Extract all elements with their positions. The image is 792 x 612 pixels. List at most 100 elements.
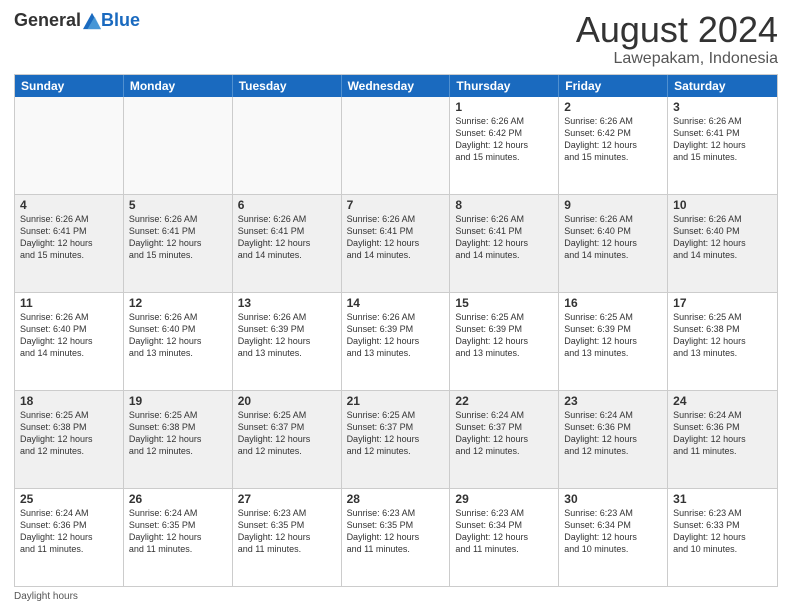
cell-info: Sunrise: 6:25 AM Sunset: 6:38 PM Dayligh… <box>673 311 772 360</box>
calendar-cell: 23Sunrise: 6:24 AM Sunset: 6:36 PM Dayli… <box>559 391 668 488</box>
cell-info: Sunrise: 6:26 AM Sunset: 6:39 PM Dayligh… <box>347 311 445 360</box>
cell-info: Sunrise: 6:26 AM Sunset: 6:41 PM Dayligh… <box>347 213 445 262</box>
cell-info: Sunrise: 6:26 AM Sunset: 6:41 PM Dayligh… <box>455 213 553 262</box>
calendar-row: 4Sunrise: 6:26 AM Sunset: 6:41 PM Daylig… <box>15 195 777 293</box>
cell-info: Sunrise: 6:26 AM Sunset: 6:42 PM Dayligh… <box>564 115 662 164</box>
calendar-cell: 13Sunrise: 6:26 AM Sunset: 6:39 PM Dayli… <box>233 293 342 390</box>
day-number: 15 <box>455 296 553 310</box>
day-number: 23 <box>564 394 662 408</box>
cell-info: Sunrise: 6:24 AM Sunset: 6:36 PM Dayligh… <box>564 409 662 458</box>
day-number: 27 <box>238 492 336 506</box>
day-number: 18 <box>20 394 118 408</box>
cell-info: Sunrise: 6:24 AM Sunset: 6:37 PM Dayligh… <box>455 409 553 458</box>
day-number: 21 <box>347 394 445 408</box>
calendar-cell: 8Sunrise: 6:26 AM Sunset: 6:41 PM Daylig… <box>450 195 559 292</box>
cell-info: Sunrise: 6:25 AM Sunset: 6:37 PM Dayligh… <box>347 409 445 458</box>
calendar-cell: 15Sunrise: 6:25 AM Sunset: 6:39 PM Dayli… <box>450 293 559 390</box>
day-number: 20 <box>238 394 336 408</box>
cell-info: Sunrise: 6:26 AM Sunset: 6:40 PM Dayligh… <box>564 213 662 262</box>
calendar-row: 11Sunrise: 6:26 AM Sunset: 6:40 PM Dayli… <box>15 293 777 391</box>
calendar-cell: 16Sunrise: 6:25 AM Sunset: 6:39 PM Dayli… <box>559 293 668 390</box>
calendar-cell: 9Sunrise: 6:26 AM Sunset: 6:40 PM Daylig… <box>559 195 668 292</box>
day-of-week-wednesday: Wednesday <box>342 75 451 97</box>
cell-info: Sunrise: 6:25 AM Sunset: 6:38 PM Dayligh… <box>20 409 118 458</box>
cell-info: Sunrise: 6:23 AM Sunset: 6:34 PM Dayligh… <box>455 507 553 556</box>
day-number: 9 <box>564 198 662 212</box>
cell-info: Sunrise: 6:23 AM Sunset: 6:34 PM Dayligh… <box>564 507 662 556</box>
cell-info: Sunrise: 6:23 AM Sunset: 6:35 PM Dayligh… <box>347 507 445 556</box>
calendar-cell: 6Sunrise: 6:26 AM Sunset: 6:41 PM Daylig… <box>233 195 342 292</box>
day-of-week-thursday: Thursday <box>450 75 559 97</box>
cell-info: Sunrise: 6:23 AM Sunset: 6:35 PM Dayligh… <box>238 507 336 556</box>
day-number: 28 <box>347 492 445 506</box>
calendar-row: 1Sunrise: 6:26 AM Sunset: 6:42 PM Daylig… <box>15 97 777 195</box>
calendar-cell: 12Sunrise: 6:26 AM Sunset: 6:40 PM Dayli… <box>124 293 233 390</box>
page: General Blue August 2024 Lawepakam, Indo… <box>0 0 792 612</box>
calendar-cell: 3Sunrise: 6:26 AM Sunset: 6:41 PM Daylig… <box>668 97 777 194</box>
day-number: 22 <box>455 394 553 408</box>
day-number: 25 <box>20 492 118 506</box>
cell-info: Sunrise: 6:26 AM Sunset: 6:40 PM Dayligh… <box>20 311 118 360</box>
day-number: 10 <box>673 198 772 212</box>
day-number: 7 <box>347 198 445 212</box>
cell-info: Sunrise: 6:24 AM Sunset: 6:36 PM Dayligh… <box>20 507 118 556</box>
day-number: 13 <box>238 296 336 310</box>
day-number: 11 <box>20 296 118 310</box>
calendar-cell: 2Sunrise: 6:26 AM Sunset: 6:42 PM Daylig… <box>559 97 668 194</box>
calendar-cell: 7Sunrise: 6:26 AM Sunset: 6:41 PM Daylig… <box>342 195 451 292</box>
day-number: 14 <box>347 296 445 310</box>
day-of-week-tuesday: Tuesday <box>233 75 342 97</box>
cell-info: Sunrise: 6:24 AM Sunset: 6:35 PM Dayligh… <box>129 507 227 556</box>
logo-icon <box>83 12 101 30</box>
calendar-body: 1Sunrise: 6:26 AM Sunset: 6:42 PM Daylig… <box>15 97 777 586</box>
calendar-cell: 20Sunrise: 6:25 AM Sunset: 6:37 PM Dayli… <box>233 391 342 488</box>
logo: General Blue <box>14 10 140 31</box>
calendar-cell: 26Sunrise: 6:24 AM Sunset: 6:35 PM Dayli… <box>124 489 233 586</box>
logo-general-text: General <box>14 10 81 31</box>
cell-info: Sunrise: 6:25 AM Sunset: 6:38 PM Dayligh… <box>129 409 227 458</box>
calendar-cell <box>342 97 451 194</box>
cell-info: Sunrise: 6:26 AM Sunset: 6:39 PM Dayligh… <box>238 311 336 360</box>
cell-info: Sunrise: 6:26 AM Sunset: 6:41 PM Dayligh… <box>20 213 118 262</box>
calendar-cell: 17Sunrise: 6:25 AM Sunset: 6:38 PM Dayli… <box>668 293 777 390</box>
calendar-cell: 25Sunrise: 6:24 AM Sunset: 6:36 PM Dayli… <box>15 489 124 586</box>
calendar-cell: 24Sunrise: 6:24 AM Sunset: 6:36 PM Dayli… <box>668 391 777 488</box>
logo-area: General Blue <box>14 10 140 31</box>
logo-blue-text: Blue <box>101 10 140 31</box>
day-number: 26 <box>129 492 227 506</box>
cell-info: Sunrise: 6:26 AM Sunset: 6:40 PM Dayligh… <box>673 213 772 262</box>
cell-info: Sunrise: 6:26 AM Sunset: 6:41 PM Dayligh… <box>129 213 227 262</box>
header: General Blue August 2024 Lawepakam, Indo… <box>14 10 778 68</box>
day-number: 30 <box>564 492 662 506</box>
day-number: 24 <box>673 394 772 408</box>
calendar-cell: 21Sunrise: 6:25 AM Sunset: 6:37 PM Dayli… <box>342 391 451 488</box>
calendar-cell <box>233 97 342 194</box>
calendar-cell: 11Sunrise: 6:26 AM Sunset: 6:40 PM Dayli… <box>15 293 124 390</box>
day-number: 17 <box>673 296 772 310</box>
calendar-row: 18Sunrise: 6:25 AM Sunset: 6:38 PM Dayli… <box>15 391 777 489</box>
calendar-cell: 29Sunrise: 6:23 AM Sunset: 6:34 PM Dayli… <box>450 489 559 586</box>
day-of-week-friday: Friday <box>559 75 668 97</box>
day-of-week-monday: Monday <box>124 75 233 97</box>
calendar-cell: 31Sunrise: 6:23 AM Sunset: 6:33 PM Dayli… <box>668 489 777 586</box>
calendar-row: 25Sunrise: 6:24 AM Sunset: 6:36 PM Dayli… <box>15 489 777 586</box>
calendar-cell: 28Sunrise: 6:23 AM Sunset: 6:35 PM Dayli… <box>342 489 451 586</box>
cell-info: Sunrise: 6:26 AM Sunset: 6:42 PM Dayligh… <box>455 115 553 164</box>
cell-info: Sunrise: 6:25 AM Sunset: 6:39 PM Dayligh… <box>564 311 662 360</box>
calendar-cell: 10Sunrise: 6:26 AM Sunset: 6:40 PM Dayli… <box>668 195 777 292</box>
day-number: 8 <box>455 198 553 212</box>
calendar-cell: 22Sunrise: 6:24 AM Sunset: 6:37 PM Dayli… <box>450 391 559 488</box>
calendar: SundayMondayTuesdayWednesdayThursdayFrid… <box>14 74 778 587</box>
cell-info: Sunrise: 6:24 AM Sunset: 6:36 PM Dayligh… <box>673 409 772 458</box>
calendar-cell <box>15 97 124 194</box>
cell-info: Sunrise: 6:26 AM Sunset: 6:41 PM Dayligh… <box>673 115 772 164</box>
cell-info: Sunrise: 6:25 AM Sunset: 6:37 PM Dayligh… <box>238 409 336 458</box>
day-number: 29 <box>455 492 553 506</box>
calendar-cell: 14Sunrise: 6:26 AM Sunset: 6:39 PM Dayli… <box>342 293 451 390</box>
day-number: 16 <box>564 296 662 310</box>
day-of-week-saturday: Saturday <box>668 75 777 97</box>
cell-info: Sunrise: 6:25 AM Sunset: 6:39 PM Dayligh… <box>455 311 553 360</box>
location-title: Lawepakam, Indonesia <box>576 50 778 68</box>
calendar-cell: 1Sunrise: 6:26 AM Sunset: 6:42 PM Daylig… <box>450 97 559 194</box>
day-of-week-sunday: Sunday <box>15 75 124 97</box>
